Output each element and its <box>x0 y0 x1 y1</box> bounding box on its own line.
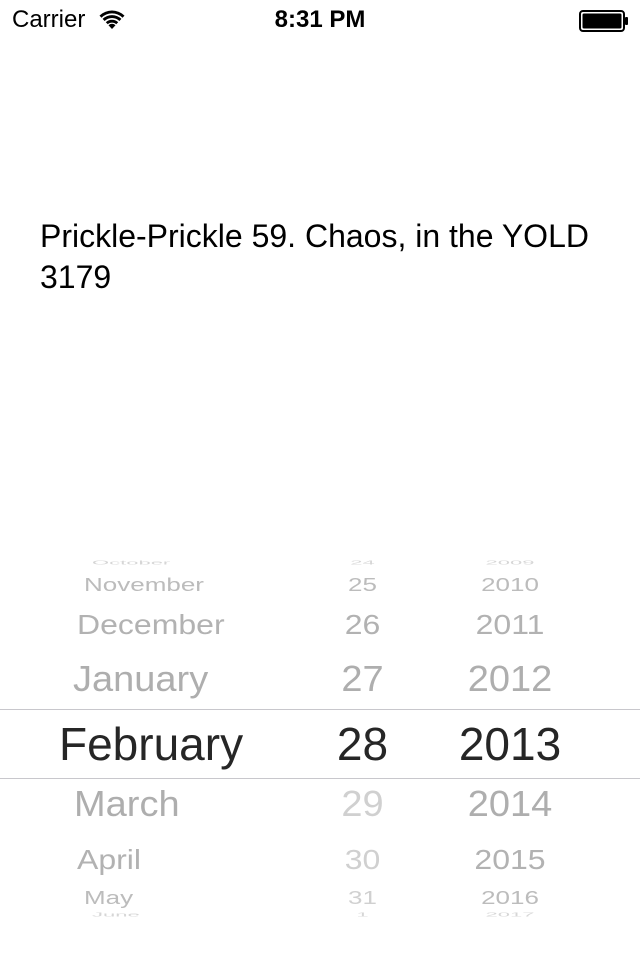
screen: Carrier 8:31 PM Prickle-Prickle 59. Chao… <box>0 0 640 960</box>
day-row[interactable]: 1 <box>300 912 425 918</box>
selected-year[interactable]: 2013 <box>425 721 595 767</box>
year-row[interactable]: 2011 <box>425 610 595 638</box>
status-time: 8:31 PM <box>274 6 366 33</box>
day-row[interactable]: 25 <box>300 575 425 594</box>
day-row[interactable]: 30 <box>300 845 425 873</box>
year-row[interactable]: 2017 <box>425 912 595 918</box>
day-row[interactable]: 31 <box>300 888 425 907</box>
year-row[interactable]: 2015 <box>425 845 595 873</box>
year-wheel[interactable]: 2009 2010 2011 2012 2013 2014 2015 2016 … <box>425 560 595 920</box>
day-row[interactable]: 27 <box>300 661 425 697</box>
day-row[interactable]: 26 <box>300 610 425 638</box>
selected-day[interactable]: 28 <box>300 721 425 767</box>
day-row[interactable]: 24 <box>300 560 425 566</box>
year-row[interactable]: 2010 <box>425 575 595 594</box>
year-row[interactable]: 2009 <box>425 560 595 566</box>
battery-full-icon <box>579 10 628 32</box>
month-wheel[interactable]: October November December January Februa… <box>0 560 300 920</box>
date-picker[interactable]: October November December January Februa… <box>0 560 640 920</box>
status-bar: Carrier 8:31 PM <box>0 0 640 40</box>
day-row[interactable]: 29 <box>300 786 425 822</box>
day-wheel[interactable]: 24 25 26 27 28 29 30 31 1 <box>300 560 425 920</box>
discordian-date-label: Prickle-Prickle 59. Chaos, in the YOLD 3… <box>40 218 589 295</box>
year-row[interactable]: 2014 <box>425 786 595 822</box>
year-row[interactable]: 2016 <box>425 888 595 907</box>
year-row[interactable]: 2012 <box>425 661 595 697</box>
